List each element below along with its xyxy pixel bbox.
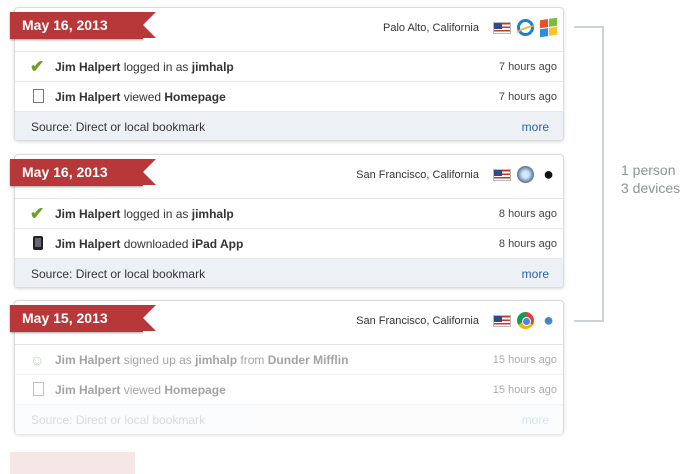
- activity-text: Jim Halpert viewed Homepage: [55, 383, 226, 397]
- source-label: Source: Direct or local bookmark: [31, 413, 206, 427]
- apple-icon: ●: [543, 310, 554, 330]
- apple-icon: ●: [543, 164, 554, 184]
- us-flag-icon: [493, 21, 511, 34]
- checkmark-icon: ✔: [30, 204, 45, 223]
- device-count: 3 devices: [621, 180, 681, 196]
- location-label: San Francisco, California: [356, 169, 479, 181]
- activity-row: ☺ Jim Halpert signed up as jimhalp from …: [15, 345, 563, 375]
- date-ribbon: May 16, 2013: [10, 159, 156, 186]
- chrome-icon: [517, 312, 534, 329]
- device-icons: ●: [493, 310, 557, 330]
- us-flag-icon: [493, 314, 511, 327]
- document-icon: [33, 89, 44, 103]
- date-ribbon: May 16, 2013: [10, 12, 156, 39]
- activity-text: Jim Halpert logged in as jimhalp: [55, 207, 234, 221]
- faded-next-ribbon: [10, 452, 135, 474]
- device-icons: ●: [493, 164, 557, 184]
- source-label: Source: Direct or local bookmark: [31, 120, 206, 134]
- activity-text: Jim Halpert downloaded iPad App: [55, 237, 244, 251]
- date-ribbon: May 15, 2013: [10, 305, 156, 332]
- user-add-icon: ☺: [30, 352, 45, 368]
- grouping-bracket: [574, 26, 604, 322]
- activity-time: 8 hours ago: [498, 238, 557, 250]
- activity-row: Jim Halpert viewed Homepage 15 hours ago: [15, 375, 563, 405]
- activity-card: May 16, 2013 San Francisco, California ●…: [10, 154, 564, 288]
- activity-row: ✔ Jim Halpert logged in as jimhalp 7 hou…: [15, 52, 563, 82]
- activity-time: 8 hours ago: [498, 208, 557, 220]
- internet-explorer-icon: [517, 19, 534, 36]
- device-icons: [493, 17, 557, 38]
- card-footer: Source: Direct or local bookmark more: [15, 112, 563, 140]
- source-label: Source: Direct or local bookmark: [31, 267, 206, 281]
- safari-icon: [517, 166, 534, 183]
- activity-time: 7 hours ago: [498, 91, 557, 103]
- card-header: May 15, 2013 San Francisco, California ●: [10, 301, 563, 345]
- activity-row: Jim Halpert viewed Homepage 7 hours ago: [15, 82, 563, 112]
- person-count: 1 person: [621, 162, 676, 178]
- location-label: San Francisco, California: [356, 315, 479, 327]
- more-link[interactable]: more: [522, 267, 549, 281]
- activity-row: ✔ Jim Halpert logged in as jimhalp 8 hou…: [15, 199, 563, 229]
- activity-card: May 16, 2013 Palo Alto, California ✔ Jim…: [10, 7, 564, 141]
- more-link[interactable]: more: [522, 120, 549, 134]
- card-footer: Source: Direct or local bookmark more: [15, 259, 563, 287]
- activity-text: Jim Halpert logged in as jimhalp: [55, 60, 234, 74]
- ipad-icon: [33, 236, 43, 250]
- activity-text: Jim Halpert signed up as jimhalp from Du…: [55, 353, 349, 367]
- card-header: May 16, 2013 San Francisco, California ●: [10, 155, 563, 199]
- activity-time: 7 hours ago: [498, 61, 557, 73]
- more-link[interactable]: more: [522, 413, 549, 427]
- us-flag-icon: [493, 168, 511, 181]
- device-summary: 1 person 3 devices: [621, 161, 680, 197]
- card-footer: Source: Direct or local bookmark more: [15, 405, 563, 433]
- card-header: May 16, 2013 Palo Alto, California: [10, 8, 563, 52]
- activity-row: Jim Halpert downloaded iPad App 8 hours …: [15, 229, 563, 259]
- activity-time: 15 hours ago: [492, 354, 557, 366]
- activity-text: Jim Halpert viewed Homepage: [55, 90, 226, 104]
- document-icon: [33, 382, 44, 396]
- activity-time: 15 hours ago: [492, 384, 557, 396]
- activity-card: May 15, 2013 San Francisco, California ●…: [10, 300, 564, 434]
- windows-icon: [540, 17, 557, 38]
- location-label: Palo Alto, California: [383, 22, 479, 34]
- checkmark-icon: ✔: [30, 57, 45, 76]
